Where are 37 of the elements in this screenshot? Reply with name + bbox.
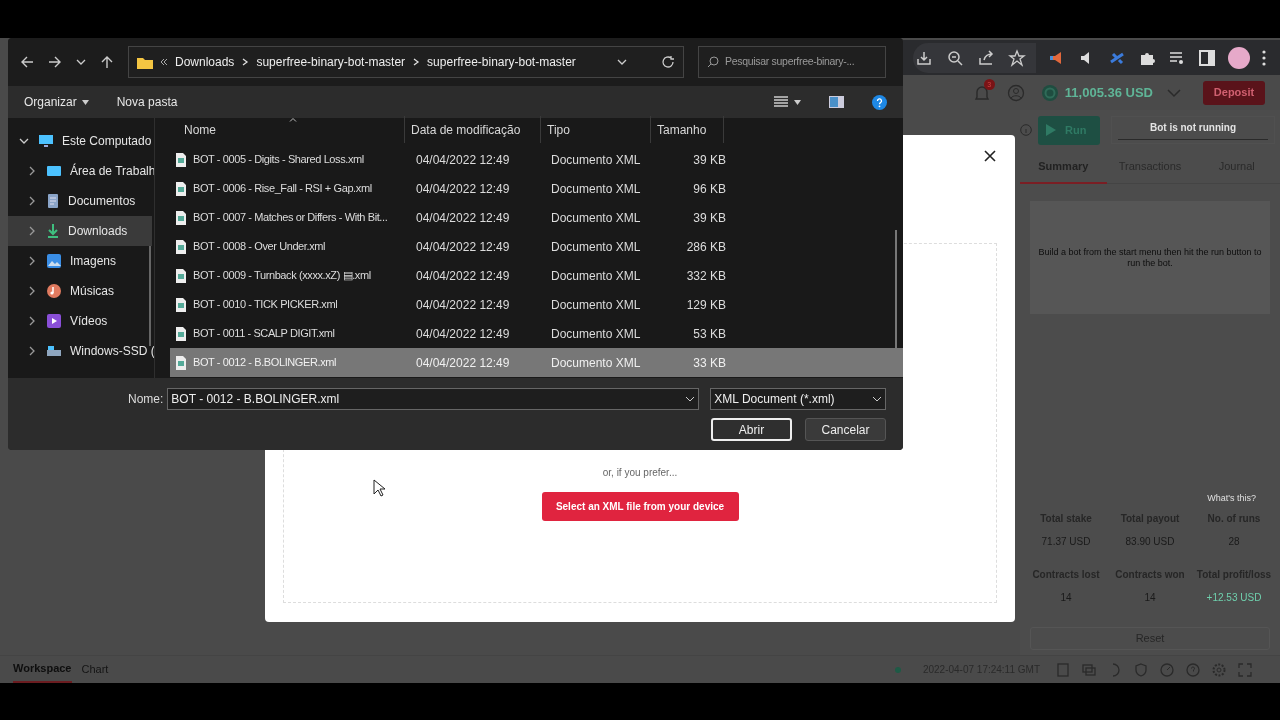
field-label: Nome:: [128, 391, 164, 408]
file-name: BOT - 0012 - B.BOLINGER.xml: [193, 355, 337, 371]
file-size: 96 KB: [692, 180, 727, 198]
file-type: Documento XML: [550, 151, 642, 169]
file-type: Documento XML: [550, 180, 642, 198]
file-name: BOT - 0010 - TICK PICKER.xml: [193, 297, 338, 313]
file-date: 04/04/2022 12:49: [415, 325, 511, 343]
file-name: BOT - 0007 - Matches or Differs - With Bit...: [193, 210, 388, 226]
balance: 11,005.36 USD: [1064, 83, 1153, 102]
prefer-text: or, if you prefer...: [602, 466, 678, 480]
file-size: 332 KB: [685, 267, 727, 285]
file-date: 04/04/2022 12:49: [415, 180, 511, 198]
file-name: BOT - 0005 - Digits - Shared Loss.xml: [193, 152, 364, 168]
file-date: 04/04/2022 12:49: [415, 354, 511, 372]
file-type: Documento XML: [550, 267, 642, 285]
file-size: 33 KB: [692, 354, 727, 372]
file-date: 04/04/2022 12:49: [415, 238, 511, 256]
file-name: BOT - 0008 - Over Under.xml: [193, 239, 326, 255]
file-name: BOT - 0006 - Rise_Fall - RSI + Gap.xml: [193, 181, 372, 197]
file-size: 53 KB: [692, 325, 727, 343]
file-size: 286 KB: [685, 238, 727, 256]
file-size: 39 KB: [692, 151, 727, 169]
file-type: Documento XML: [550, 238, 642, 256]
file-size: 129 KB: [685, 296, 727, 314]
file-size: 39 KB: [692, 209, 727, 227]
file-type: Documento XML: [550, 325, 642, 343]
file-name: BOT - 0011 - SCALP DIGIT.xml: [193, 326, 335, 342]
file-date: 04/04/2022 12:49: [415, 267, 511, 285]
stat-value: +12.53 USD: [1206, 591, 1262, 605]
file-name: BOT - 0009 - Turnback (xxxx.xZ) ▤.xml: [193, 268, 371, 284]
file-type: Documento XML: [550, 209, 642, 227]
file-date: 04/04/2022 12:49: [415, 296, 511, 314]
file-date: 04/04/2022 12:49: [415, 209, 511, 227]
file-type: Documento XML: [550, 354, 642, 372]
file-type: Documento XML: [550, 296, 642, 314]
file-date: 04/04/2022 12:49: [415, 151, 511, 169]
bot-status: Bot is not running: [1149, 121, 1237, 135]
